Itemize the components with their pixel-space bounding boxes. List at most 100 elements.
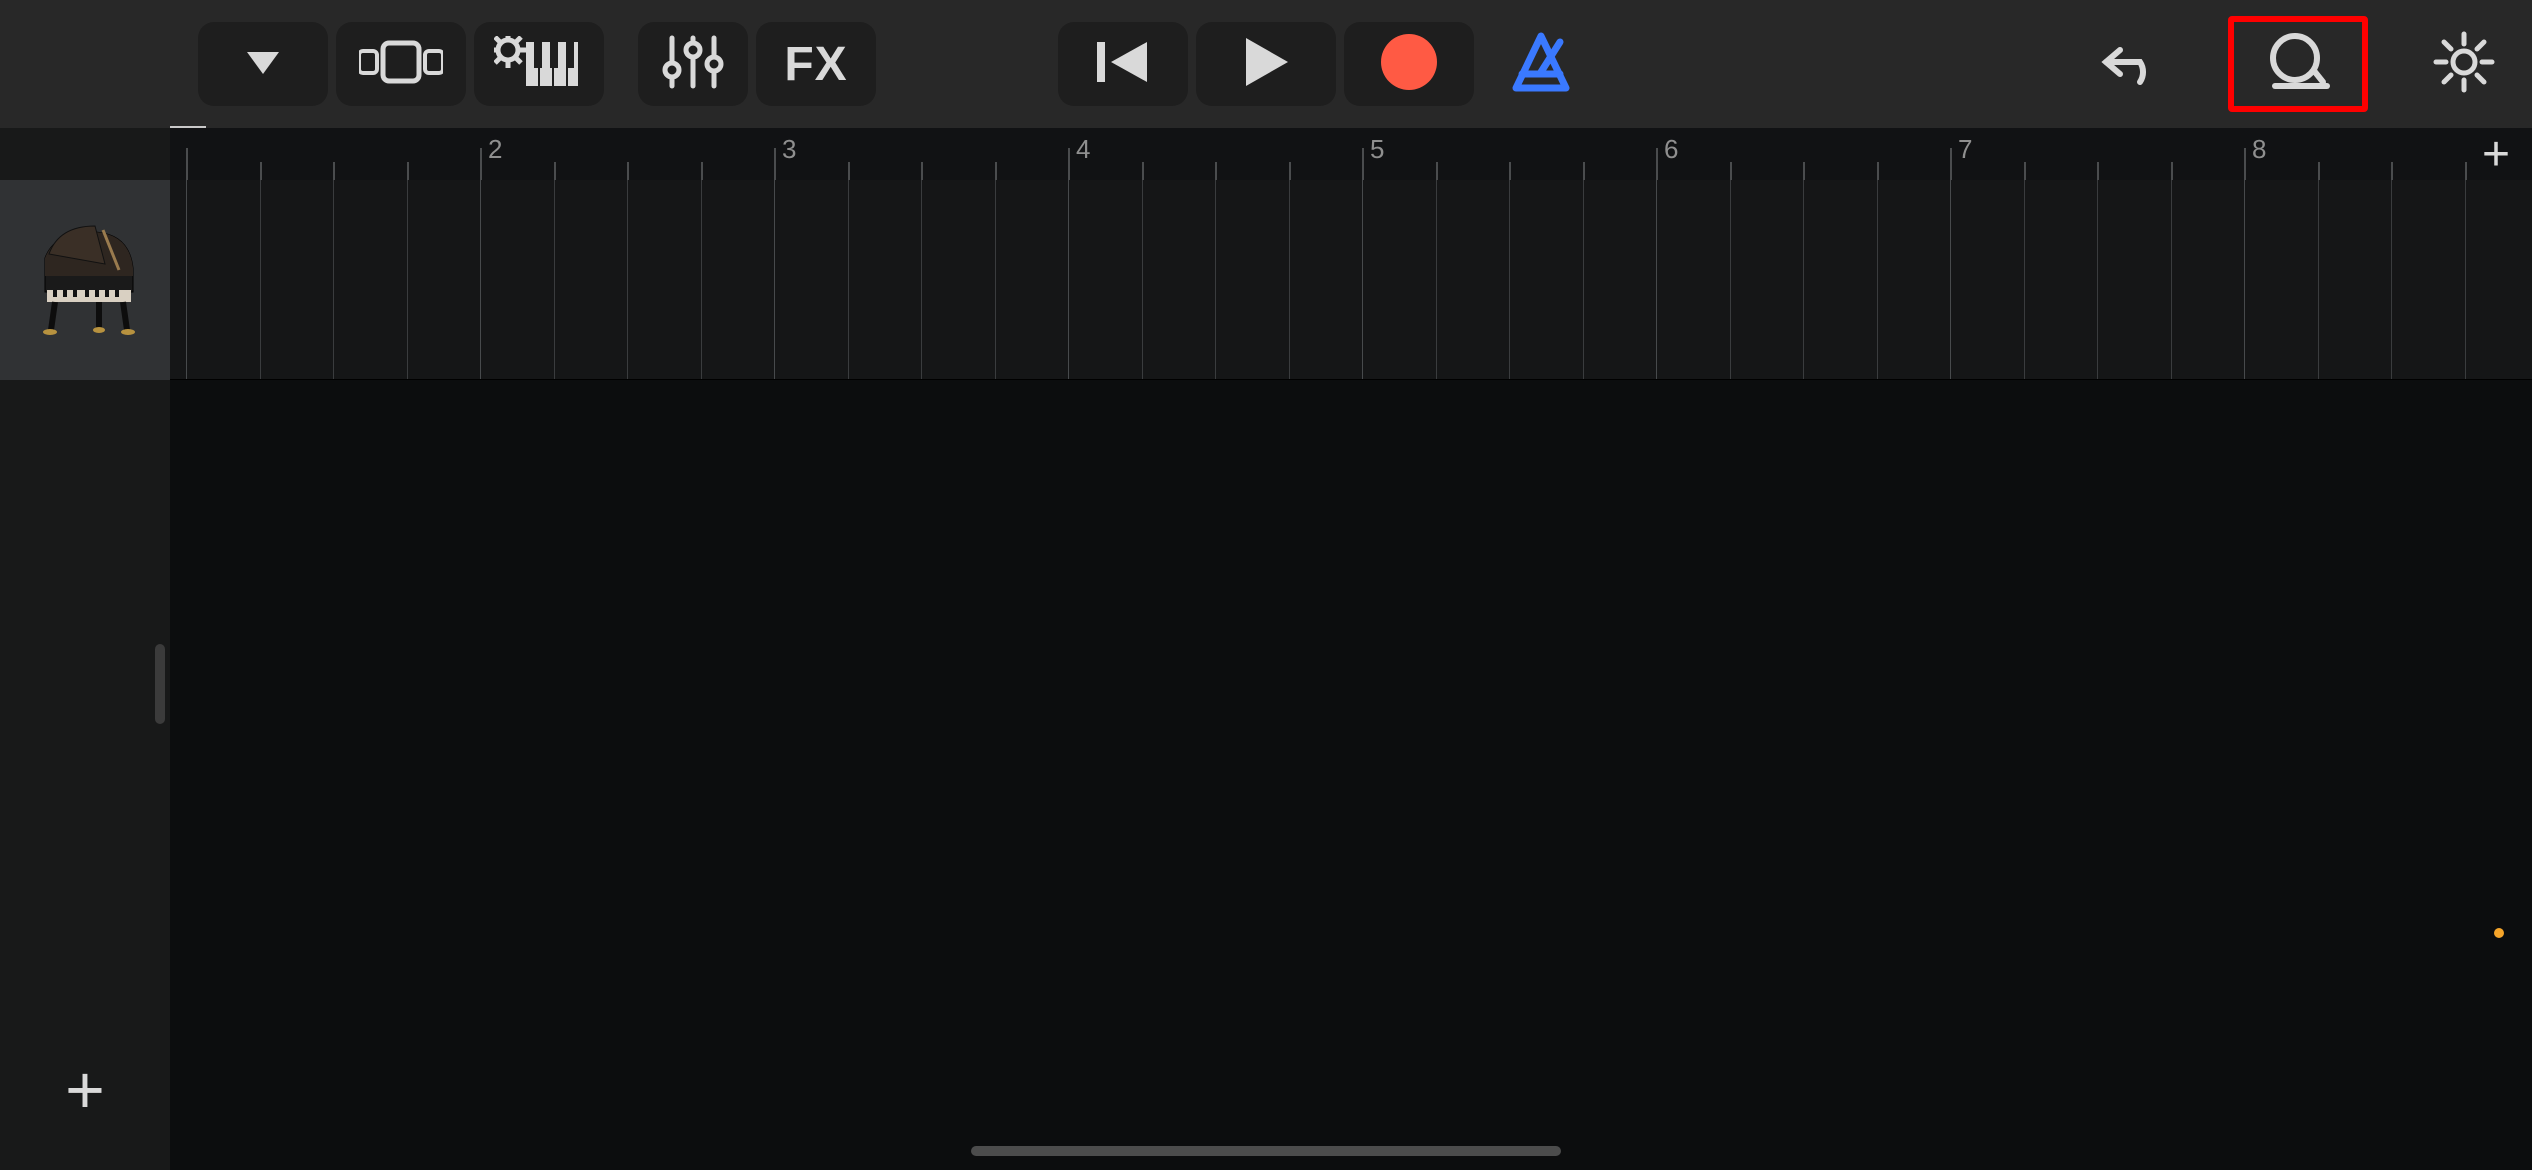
ruler-tick-minor [260,162,262,180]
ruler-tick-minor [1436,162,1438,180]
gridline [186,180,187,379]
gridline [2097,180,2098,379]
gridline [1803,180,1804,379]
ruler-tick-major [186,148,188,180]
gridline [1509,180,1510,379]
ruler-tick-major [1950,148,1952,180]
go-to-beginning-button[interactable] [1058,22,1188,106]
record-button[interactable] [1344,22,1474,106]
ruler-tick-minor [1803,162,1805,180]
ruler-tick-minor [2318,162,2320,180]
ruler-tick-major [1362,148,1364,180]
gridline [1950,180,1951,379]
gridline [995,180,996,379]
play-button[interactable] [1196,22,1336,106]
ruler-tick-minor [1583,162,1585,180]
view-menu-button[interactable] [198,22,328,106]
gridline [1142,180,1143,379]
ruler-tick-minor [407,162,409,180]
settings-button[interactable] [2424,22,2504,106]
ruler-bar-label: 8 [2252,134,2266,165]
toolbar-group-left: FX [198,22,876,106]
fx-button[interactable]: FX [756,22,876,106]
gridline [333,180,334,379]
ruler-tick-minor [1142,162,1144,180]
ruler-tick-minor [1730,162,1732,180]
ruler-tick-minor [1289,162,1291,180]
ruler-tick-major [774,148,776,180]
ruler-tick-major [2244,148,2246,180]
ruler-tick-minor [701,162,703,180]
gear-icon [2432,30,2496,99]
gridline [1877,180,1878,379]
loop-browser-icon [2259,32,2337,97]
gridline [2171,180,2172,379]
ruler-tick-major [1068,148,1070,180]
undo-button[interactable] [2092,22,2172,106]
gridline [701,180,702,379]
ruler-tick-minor [848,162,850,180]
ruler-tick-minor [1877,162,1879,180]
toolbar-group-right [2092,16,2504,112]
track-lane-grand-piano[interactable] [170,180,2532,380]
undo-icon [2100,36,2164,93]
ruler-tick-major [1656,148,1658,180]
add-section-button[interactable]: + [2468,130,2524,178]
ruler-tick-minor [2024,162,2026,180]
gridline [260,180,261,379]
gridline [774,180,775,379]
ruler-tick-minor [1509,162,1511,180]
gridline [921,180,922,379]
gridline [1583,180,1584,379]
dropdown-icon [245,43,281,85]
toolbar-group-metronome [1496,22,1586,106]
gridline [480,180,481,379]
transport-controls [1058,22,1474,106]
ruler-tick-minor [2465,162,2467,180]
gridline [1362,180,1363,379]
gridline [1656,180,1657,379]
ruler-tick-minor [2391,162,2393,180]
tracks-view-button[interactable] [336,22,466,106]
gridline [554,180,555,379]
ruler-tick-minor [995,162,997,180]
record-icon [1379,32,1439,97]
add-track-button[interactable]: + [0,1030,170,1150]
empty-tracks-area [170,380,2532,1170]
ruler-bar-label: 3 [782,134,796,165]
ruler-tick-minor [1215,162,1217,180]
gridline [848,180,849,379]
track-view-indicator-dot [2494,928,2504,938]
grand-piano-icon [25,218,145,343]
metronome-button[interactable] [1496,22,1586,106]
track-controls-button[interactable] [474,22,604,106]
ruler-bar-label: 5 [1370,134,1384,165]
gridline [2391,180,2392,379]
gridline [1436,180,1437,379]
loop-button[interactable] [2228,16,2368,112]
ruler-tick-minor [921,162,923,180]
gridline [1730,180,1731,379]
fx-label: FX [784,37,847,92]
rewind-start-icon [1095,38,1151,91]
garageband-tracks-view: FX [0,0,2532,1170]
metronome-icon [1508,32,1574,97]
timeline-ruler[interactable]: 2345678 [170,128,2532,180]
mixer-button[interactable] [638,22,748,106]
top-toolbar: FX [0,0,2532,128]
ruler-tick-minor [333,162,335,180]
gridline [2318,180,2319,379]
gridline [627,180,628,379]
vertical-scroll-thumb[interactable] [155,644,165,724]
sliders-icon [662,34,724,95]
home-indicator [971,1146,1561,1156]
track-header-grand-piano[interactable] [0,180,170,380]
ruler-tick-minor [2171,162,2173,180]
play-icon [1242,36,1290,93]
gridline [1289,180,1290,379]
track-headers-sidebar: + [0,128,170,1170]
plus-icon: + [2482,127,2510,182]
ruler-tick-major [480,148,482,180]
gridline [2465,180,2466,379]
plus-icon: + [65,1051,105,1129]
